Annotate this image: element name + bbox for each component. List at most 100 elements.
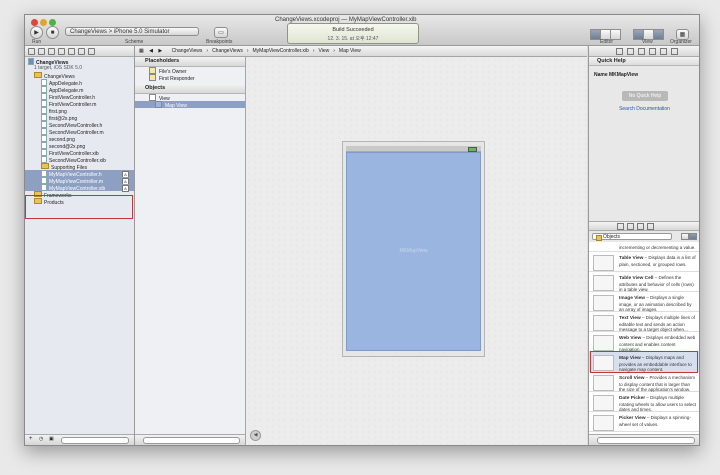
library-item-icon (593, 415, 614, 431)
project-root[interactable]: ChangeViews (25, 58, 134, 66)
search-documentation-link[interactable]: Search Documentation (589, 106, 699, 112)
library-item[interactable]: Text View – Displays multiple lines of e… (589, 312, 699, 332)
file-row[interactable]: SecondViewController.xib (25, 156, 134, 164)
object-row[interactable]: Map View (135, 101, 245, 109)
file-icon (41, 128, 47, 135)
editor-segmented-control[interactable] (590, 29, 621, 40)
file-row[interactable]: SecondViewController.h (25, 121, 134, 129)
quick-help-header[interactable]: Quick Help (589, 57, 699, 66)
placeholders-header[interactable]: Placeholders (135, 57, 245, 67)
add-icon[interactable]: + (29, 436, 33, 442)
inspector-selector-bar (589, 46, 699, 57)
run-button[interactable]: ▶ (30, 26, 43, 39)
file-row[interactable]: FirstViewController.m (25, 100, 134, 108)
library-view-toggle[interactable] (681, 233, 697, 240)
library-item-icon (593, 395, 614, 411)
file-row[interactable]: MyMapViewController.h A (25, 170, 134, 178)
file-icon (41, 170, 47, 177)
folder-row[interactable]: ChangeViews (25, 72, 134, 80)
file-row[interactable]: first.png (25, 107, 134, 115)
file-row[interactable]: FirstViewController.xib (25, 149, 134, 157)
back-arrow-icon[interactable]: ◀ (149, 48, 153, 54)
identity-inspector-icon[interactable] (638, 47, 645, 55)
library-item-title: Date Picker (619, 396, 646, 401)
outline-toggle-button[interactable]: ◀ (250, 430, 261, 441)
file-row[interactable]: first@2x.png (25, 114, 134, 122)
breadcrumb-separator: › (312, 48, 315, 54)
breadcrumb-item[interactable]: Map View (339, 48, 361, 54)
stop-button[interactable]: ■ (46, 26, 59, 39)
library-item-icon (593, 255, 614, 271)
selection-highlight-box (25, 195, 133, 219)
file-row[interactable]: MyMapViewController.xib A (25, 184, 134, 192)
breadcrumb-item[interactable]: ChangeViews (212, 48, 243, 54)
placeholder-row[interactable]: File's Owner (135, 67, 245, 75)
breadcrumb-separator: › (246, 48, 249, 54)
object-row[interactable]: View (135, 94, 245, 102)
close-window-button[interactable] (31, 19, 38, 26)
attributes-inspector-icon[interactable] (649, 47, 656, 55)
file-row[interactable]: MyMapViewController.m A (25, 177, 134, 185)
breadcrumb-item[interactable]: ChangeViews (172, 48, 203, 54)
utilities-toggle-icon[interactable] (653, 29, 664, 40)
file-template-icon[interactable] (617, 222, 624, 230)
folder-icon[interactable] (28, 47, 35, 55)
library-item[interactable]: Table View Cell – Defines the attributes… (589, 272, 699, 292)
library-item-title: Text View (619, 316, 641, 321)
search-icon[interactable] (48, 47, 55, 55)
library-selector-bar (589, 221, 699, 231)
library-item[interactable]: Picker View – Displays a spinning-wheel … (589, 412, 699, 432)
outline-filter-field[interactable] (143, 437, 240, 444)
file-row[interactable]: FirstViewController.h (25, 93, 134, 101)
recent-icon[interactable]: ◷ (39, 436, 43, 442)
minimize-window-button[interactable] (40, 19, 47, 26)
file-inspector-icon[interactable] (616, 47, 623, 55)
breadcrumb-item[interactable]: View (319, 48, 330, 54)
file-icon (41, 79, 47, 86)
library-item[interactable]: Date Picker – Displays multiple rotating… (589, 392, 699, 412)
breakpoints-button[interactable]: ▭ (214, 27, 228, 38)
media-library-icon[interactable] (647, 222, 654, 230)
breakpoint-nav-icon[interactable] (78, 47, 85, 55)
view-icon (149, 94, 156, 101)
interface-builder-canvas[interactable]: MKMapView ◀ (246, 57, 587, 445)
related-items-icon[interactable]: ▦ (139, 48, 144, 54)
scheme-selector[interactable]: ChangeViews > iPhone 5.0 Simulator (65, 27, 199, 36)
library-filter-popup[interactable]: Objects (592, 233, 672, 241)
library-item[interactable]: incrementing or decrementing a value. (589, 242, 699, 252)
navigator-filter-field[interactable] (61, 437, 129, 444)
file-row[interactable]: second@2x.png (25, 142, 134, 150)
library-item[interactable]: Image View – Displays a single image, or… (589, 292, 699, 312)
breadcrumb-item[interactable]: MyMapViewController.xib (253, 48, 309, 54)
run-label: Run (32, 39, 42, 45)
zoom-window-button[interactable] (49, 19, 56, 26)
code-snippet-icon[interactable] (627, 222, 634, 230)
view-segmented-control[interactable] (633, 29, 664, 40)
map-view[interactable]: MKMapView (346, 152, 481, 351)
file-row[interactable]: AppDelegate.h (25, 79, 134, 87)
object-library-icon[interactable] (637, 222, 644, 230)
file-row[interactable]: SecondViewController.m (25, 128, 134, 136)
library-item[interactable]: Scroll View – Provides a mechanism to di… (589, 372, 699, 392)
log-icon[interactable] (88, 47, 95, 55)
symbol-icon[interactable] (38, 47, 45, 55)
library-item[interactable]: Table View – Displays data in a list of … (589, 252, 699, 272)
objects-header[interactable]: Objects (135, 84, 245, 94)
debug-icon[interactable] (68, 47, 75, 55)
scm-icon[interactable]: ▣ (49, 436, 54, 442)
file-row[interactable]: second.png (25, 135, 134, 143)
forward-arrow-icon[interactable]: ▶ (158, 48, 162, 54)
quick-help-icon[interactable] (627, 47, 634, 55)
file-row[interactable]: AppDelegate.m (25, 86, 134, 94)
library-filter-field[interactable] (597, 437, 695, 444)
size-inspector-icon[interactable] (660, 47, 667, 55)
placeholder-row[interactable]: First Responder (135, 74, 245, 82)
file-icon (41, 114, 47, 121)
view-frame[interactable]: MKMapView (342, 141, 485, 357)
library-item[interactable]: Web View – Displays embedded web content… (589, 332, 699, 352)
issue-icon[interactable] (58, 47, 65, 55)
folder-row[interactable]: Supporting Files (25, 163, 134, 171)
list-view-icon[interactable] (689, 233, 697, 240)
grid-view-icon[interactable] (681, 233, 689, 240)
connections-inspector-icon[interactable] (671, 47, 678, 55)
